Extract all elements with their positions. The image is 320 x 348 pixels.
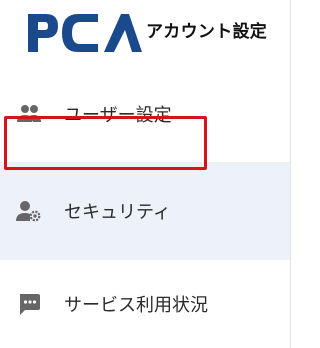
users-icon bbox=[16, 101, 42, 127]
nav-item-security[interactable]: セキュリティ bbox=[0, 162, 290, 260]
pca-logo bbox=[28, 14, 142, 52]
nav-item-service-usage[interactable]: サービス利用状況 bbox=[0, 260, 290, 348]
account-settings-page: アカウント設定 ユーザー設定 セキュリティ サービス利用状況 bbox=[0, 0, 297, 348]
chat-icon bbox=[16, 291, 42, 317]
nav-label-service-usage: サービス利用状況 bbox=[64, 295, 208, 316]
settings-nav: ユーザー設定 セキュリティ サービス利用状況 bbox=[0, 66, 290, 348]
nav-label-user-settings: ユーザー設定 bbox=[64, 105, 172, 126]
nav-item-user-settings[interactable]: ユーザー設定 bbox=[0, 66, 290, 162]
panel-divider bbox=[290, 0, 291, 348]
user-security-icon bbox=[16, 198, 42, 224]
page-title: アカウント設定 bbox=[146, 22, 268, 42]
nav-label-security: セキュリティ bbox=[64, 202, 171, 223]
header: アカウント設定 bbox=[0, 0, 290, 66]
